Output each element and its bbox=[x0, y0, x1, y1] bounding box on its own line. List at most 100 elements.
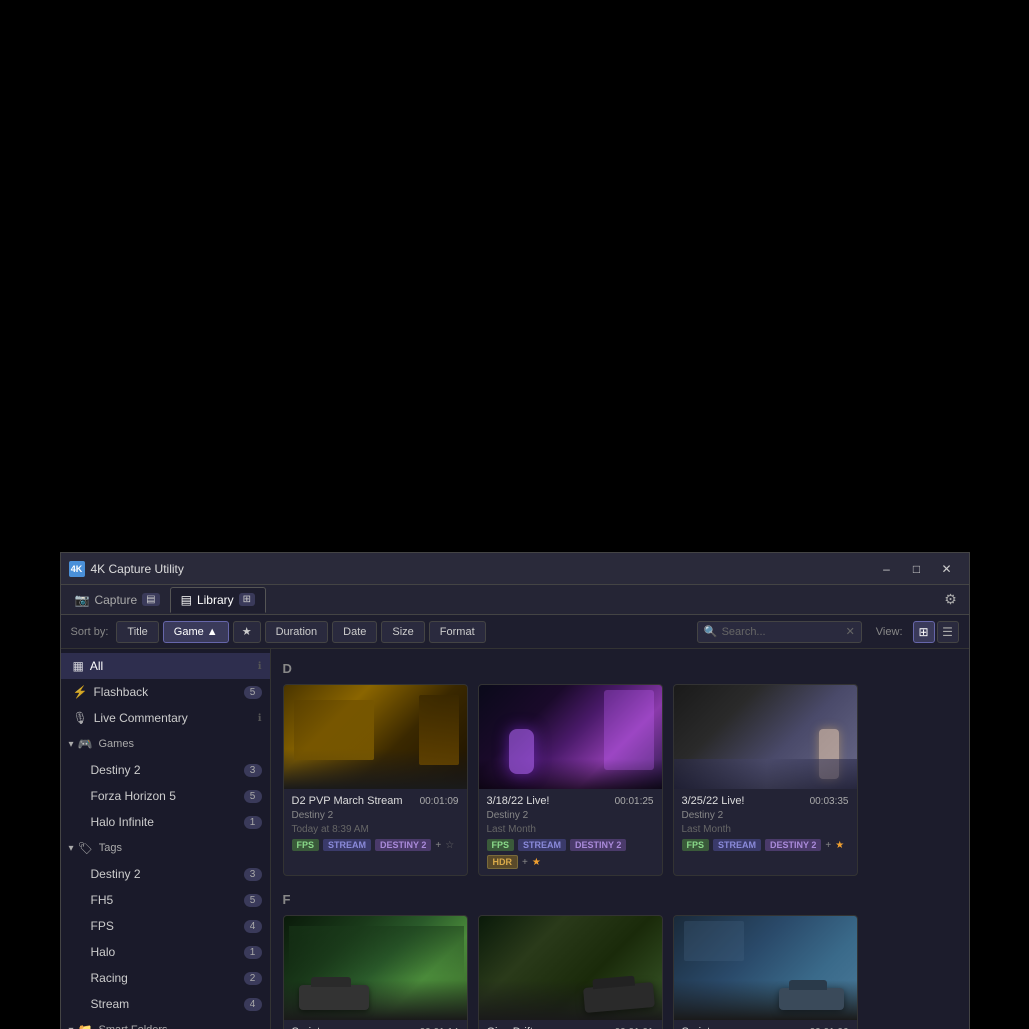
sidebar-item-tag-fh5-count: 5 bbox=[244, 894, 262, 907]
sidebar-item-tag-stream-count: 4 bbox=[244, 998, 262, 1011]
sidebar-item-live-info: ℹ bbox=[258, 713, 262, 724]
maximize-button[interactable]: □ bbox=[903, 559, 931, 579]
sidebar-item-forza-count: 5 bbox=[244, 790, 262, 803]
sidebar-item-halo-count: 1 bbox=[244, 816, 262, 829]
sort-title-button[interactable]: Title bbox=[116, 621, 158, 643]
sidebar-item-tag-fh5[interactable]: FH5 5 bbox=[61, 887, 270, 913]
sort-by-label: Sort by: bbox=[71, 626, 109, 638]
capture-icon: 📷 bbox=[75, 593, 90, 607]
window-controls: – □ ✕ bbox=[873, 559, 961, 579]
section-f-header: F bbox=[283, 892, 957, 907]
sort-size-button[interactable]: Size bbox=[381, 621, 424, 643]
star-icon-3252[interactable]: ★ bbox=[835, 840, 844, 851]
video-game-3252: Destiny 2 bbox=[682, 810, 849, 821]
sort-format-button[interactable]: Format bbox=[429, 621, 486, 643]
app-window: 4K 4K Capture Utility – □ ✕ 📷 Capture ▤ … bbox=[60, 552, 970, 1029]
add-tag-icon-d2pvp[interactable]: + bbox=[435, 840, 441, 851]
sort-star-button[interactable]: ★ bbox=[233, 621, 261, 643]
list-view-button[interactable]: ☰ bbox=[937, 621, 959, 643]
thumbnail-sprints2 bbox=[674, 916, 858, 1020]
sidebar-item-live-commentary[interactable]: 🎙 Live Commentary ℹ bbox=[61, 705, 270, 731]
sidebar-item-all-label: All bbox=[90, 659, 254, 673]
sidebar-item-flashback[interactable]: ⚡ Flashback 5 bbox=[61, 679, 270, 705]
grid-view-button[interactable]: ⊞ bbox=[913, 621, 935, 643]
main-content: ▦ All ℹ ⚡ Flashback 5 🎙 Live Commentary … bbox=[61, 649, 969, 1029]
sort-duration-button[interactable]: Duration bbox=[265, 621, 329, 643]
section-d-grid: D2 PVP March Stream 00:01:09 Destiny 2 T… bbox=[283, 684, 957, 876]
thumb-character-1822 bbox=[604, 690, 654, 770]
section-f-grid: Sprints 00:01:14 Forza Horizon 5 bbox=[283, 915, 957, 1029]
search-clear-icon[interactable]: ✕ bbox=[846, 625, 855, 638]
sort-date-button[interactable]: Date bbox=[332, 621, 377, 643]
all-icon: ▦ bbox=[73, 659, 84, 673]
games-chevron-icon: ▾ bbox=[69, 739, 74, 750]
sidebar-item-forza[interactable]: Forza Horizon 5 5 bbox=[61, 783, 270, 809]
window-title: 4K Capture Utility bbox=[91, 562, 873, 576]
sidebar-item-halo[interactable]: Halo Infinite 1 bbox=[61, 809, 270, 835]
sidebar-item-tag-fps[interactable]: FPS 4 bbox=[61, 913, 270, 939]
video-card-3252[interactable]: 3/25/22 Live! 00:03:35 Destiny 2 Last Mo… bbox=[673, 684, 858, 876]
thumbnail-sprints bbox=[284, 916, 468, 1020]
sidebar-item-flashback-label: Flashback bbox=[93, 685, 243, 699]
video-title-row-1822: 3/18/22 Live! 00:01:25 bbox=[487, 795, 654, 807]
video-card-1822[interactable]: 3/18/22 Live! 00:01:25 Destiny 2 Last Mo… bbox=[478, 684, 663, 876]
sidebar-item-tag-stream-label: Stream bbox=[91, 997, 244, 1011]
video-info-3252: 3/25/22 Live! 00:03:35 Destiny 2 Last Mo… bbox=[674, 789, 857, 857]
sidebar-item-tag-fps-label: FPS bbox=[91, 919, 244, 933]
video-card-d2pvp[interactable]: D2 PVP March Stream 00:01:09 Destiny 2 T… bbox=[283, 684, 468, 876]
smart-folders-section-header[interactable]: ▾ 📁 Smart Folders bbox=[61, 1017, 270, 1029]
sort-game-button[interactable]: Game ▲ bbox=[163, 621, 229, 643]
games-icon: 🎮 bbox=[78, 737, 93, 751]
search-input[interactable] bbox=[722, 626, 842, 638]
add-tag-icon-1822[interactable]: + bbox=[522, 857, 528, 868]
video-duration-1822: 00:01:25 bbox=[615, 796, 654, 807]
sidebar-item-tag-halo[interactable]: Halo 1 bbox=[61, 939, 270, 965]
video-title-1822: 3/18/22 Live! bbox=[487, 795, 611, 807]
thumb-building-d2pvp bbox=[294, 700, 374, 760]
smart-folders-icon: 📁 bbox=[78, 1023, 93, 1029]
video-title-row-3252: 3/25/22 Live! 00:03:35 bbox=[682, 795, 849, 807]
video-tags-3252: FPS Stream Destiny 2 + ★ bbox=[682, 839, 849, 851]
sidebar-item-tag-fps-count: 4 bbox=[244, 920, 262, 933]
thumb-ground-3252 bbox=[674, 759, 858, 789]
sidebar-item-tag-racing[interactable]: Racing 2 bbox=[61, 965, 270, 991]
thumb-car-sprints bbox=[299, 985, 369, 1010]
sidebar-item-destiny2[interactable]: Destiny 2 3 bbox=[61, 757, 270, 783]
thumb-trees-sprints bbox=[289, 926, 464, 976]
sidebar-item-tag-destiny2-label: Destiny 2 bbox=[91, 867, 244, 881]
sidebar: ▦ All ℹ ⚡ Flashback 5 🎙 Live Commentary … bbox=[61, 649, 271, 1029]
thumbnail-d2pvp bbox=[284, 685, 468, 789]
tab-library[interactable]: ▤ Library ⊞ bbox=[170, 587, 266, 613]
tag-destiny2-d2pvp: Destiny 2 bbox=[375, 839, 431, 851]
sidebar-item-destiny2-label: Destiny 2 bbox=[91, 763, 244, 777]
sidebar-item-tag-destiny2[interactable]: Destiny 2 3 bbox=[61, 861, 270, 887]
video-title-d2pvp: D2 PVP March Stream bbox=[292, 795, 416, 807]
add-tag-icon-3252[interactable]: + bbox=[825, 840, 831, 851]
star-icon-1822[interactable]: ★ bbox=[532, 857, 541, 868]
thumbnail-3252 bbox=[674, 685, 858, 789]
video-game-1822: Destiny 2 bbox=[487, 810, 654, 821]
video-card-sprints2[interactable]: Sprints 00:01:06 Forza Horizon 5 bbox=[673, 915, 858, 1029]
thumb-car-top-giga bbox=[592, 976, 635, 990]
sidebar-item-all[interactable]: ▦ All ℹ bbox=[61, 653, 270, 679]
tab-library-label: Library bbox=[197, 593, 234, 607]
video-date-1822: Last Month bbox=[487, 824, 654, 835]
tag-fps-3252: FPS bbox=[682, 839, 710, 851]
tag-destiny2-1822: Destiny 2 bbox=[570, 839, 626, 851]
sidebar-item-tag-stream[interactable]: Stream 4 bbox=[61, 991, 270, 1017]
sidebar-item-forza-label: Forza Horizon 5 bbox=[91, 789, 244, 803]
video-info-sprints: Sprints 00:01:14 Forza Horizon 5 bbox=[284, 1020, 467, 1029]
tags-section-header[interactable]: ▾ 🏷 Tags bbox=[61, 835, 270, 861]
minimize-button[interactable]: – bbox=[873, 559, 901, 579]
close-button[interactable]: ✕ bbox=[933, 559, 961, 579]
title-bar: 4K 4K Capture Utility – □ ✕ bbox=[61, 553, 969, 585]
video-card-sprints[interactable]: Sprints 00:01:14 Forza Horizon 5 bbox=[283, 915, 468, 1029]
tab-capture[interactable]: 📷 Capture ▤ bbox=[65, 587, 170, 613]
video-date-3252: Last Month bbox=[682, 824, 849, 835]
games-section-header[interactable]: ▾ 🎮 Games bbox=[61, 731, 270, 757]
video-card-giga-drift[interactable]: Giga Drift 00:01:01 Forza Horizon 5 bbox=[478, 915, 663, 1029]
sidebar-item-live-commentary-label: Live Commentary bbox=[94, 711, 254, 725]
settings-button[interactable]: ⚙ bbox=[937, 587, 965, 613]
star-icon-d2pvp[interactable]: ☆ bbox=[445, 840, 454, 851]
live-commentary-icon: 🎙 bbox=[73, 711, 88, 725]
